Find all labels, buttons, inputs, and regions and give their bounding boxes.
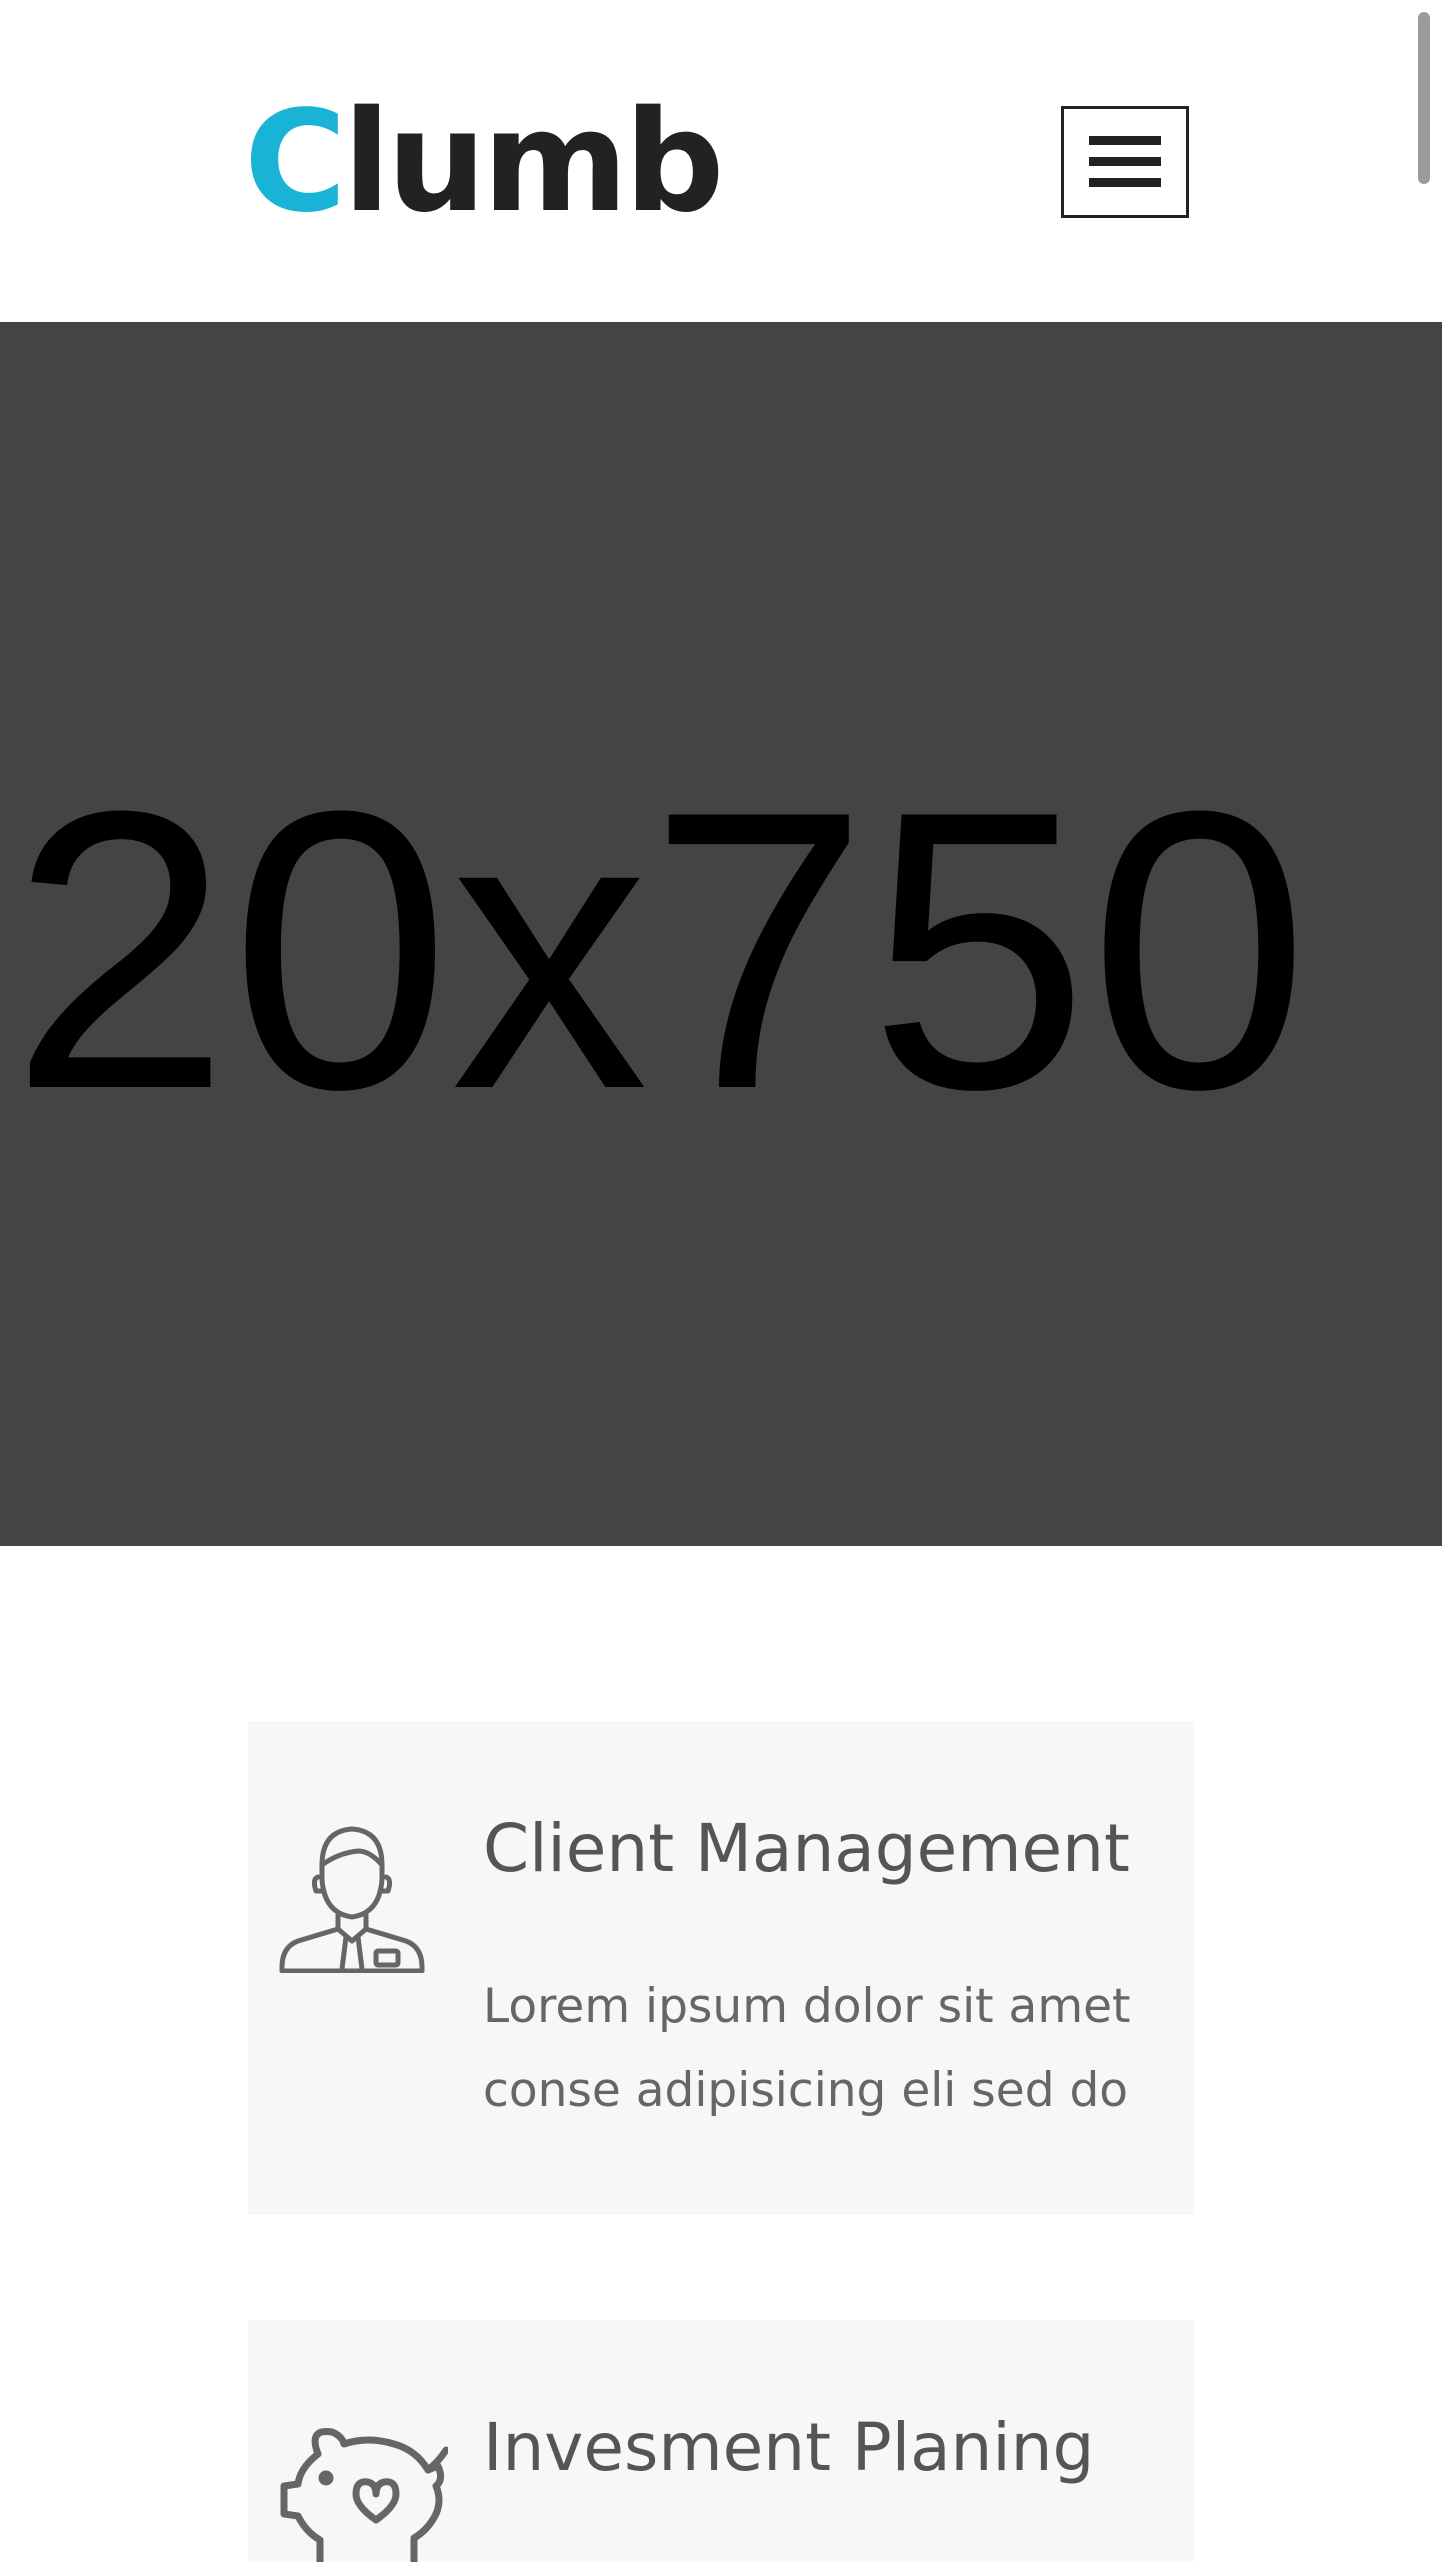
businessman-icon bbox=[278, 1821, 426, 1978]
service-title: Invesment Planing bbox=[483, 2409, 1095, 2486]
hamburger-icon-bar-top bbox=[1089, 136, 1161, 145]
site-header: Clumb bbox=[0, 0, 1442, 322]
logo-accent-letter: C bbox=[244, 81, 347, 244]
service-card-investment-planning: Invesment Planing bbox=[248, 2320, 1194, 2566]
hamburger-menu-button[interactable] bbox=[1061, 106, 1189, 218]
hero-placeholder-text: 20x750 bbox=[10, 729, 1310, 1171]
logo[interactable]: Clumb bbox=[244, 78, 725, 248]
piggy-bank-icon bbox=[278, 2420, 450, 2567]
hero-banner: 20x750 bbox=[0, 322, 1442, 1546]
service-description: Lorem ipsum dolor sit amet conse adipisi… bbox=[483, 1979, 1131, 2118]
logo-text: lumb bbox=[342, 81, 725, 244]
hamburger-icon-bar-middle bbox=[1089, 157, 1161, 166]
scrollbar-thumb[interactable] bbox=[1418, 12, 1430, 184]
service-title: Client Management bbox=[483, 1810, 1130, 1887]
hamburger-icon-bar-bottom bbox=[1089, 178, 1161, 187]
service-card-client-management: Client Management Lorem ipsum dolor sit … bbox=[248, 1721, 1194, 2215]
